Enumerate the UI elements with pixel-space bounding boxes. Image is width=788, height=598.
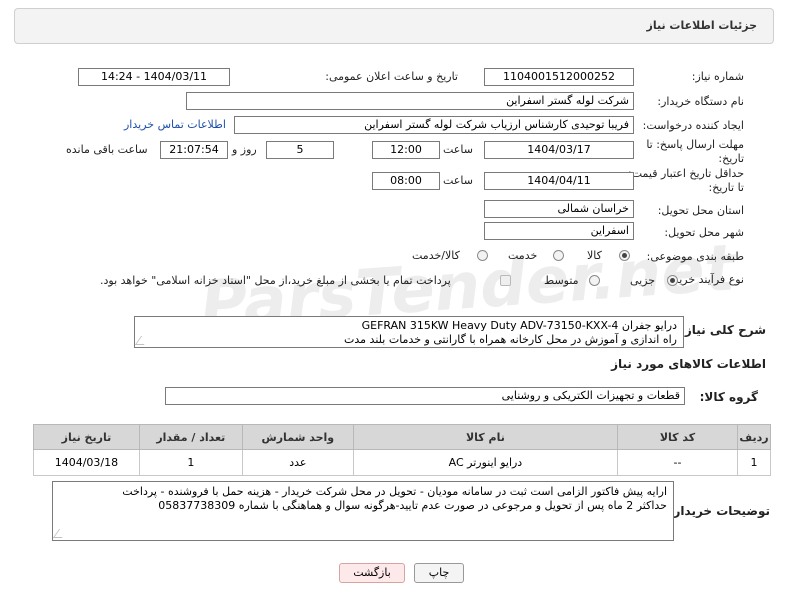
col-code-header: کد کالا bbox=[616, 424, 739, 450]
price-validity-label-line2: تا تاریخ: bbox=[708, 181, 744, 194]
price-validity-label-line1: حداقل تاریخ اعتبار قیمت: bbox=[628, 167, 744, 180]
buyer-contact-link[interactable]: اطلاعات تماس خریدار bbox=[124, 118, 226, 131]
table-header-row: ردیف کد کالا نام کالا واحد شمارش تعداد /… bbox=[33, 424, 771, 450]
description-line-1: درایو جفران GEFRAN 315KW Heavy Duty ADV-… bbox=[361, 319, 677, 332]
buyer-notes-label: توضیحات خریدار: bbox=[668, 504, 770, 518]
reply-deadline-time-label: ساعت bbox=[443, 143, 473, 156]
category-service-label: خدمت bbox=[508, 249, 538, 262]
table-row[interactable]: 1 -- درایو اینورتر AC عدد 1 1404/03/18 bbox=[33, 449, 771, 476]
need-number-label: شماره نیاز: bbox=[691, 70, 744, 83]
col-row-header: ردیف bbox=[737, 424, 771, 450]
price-validity-time-label: ساعت bbox=[443, 174, 473, 187]
back-button[interactable]: بازگشت bbox=[339, 563, 405, 583]
category-goods-label: کالا bbox=[587, 249, 602, 262]
cell-name: درایو اینورتر AC bbox=[352, 449, 618, 476]
goods-info-title: اطلاعات کالاهای مورد نیاز bbox=[611, 357, 766, 371]
remaining-time-label: ساعت باقی مانده bbox=[66, 143, 148, 156]
buyer-org-label: نام دستگاه خریدار: bbox=[657, 95, 744, 108]
col-unit-header: واحد شمارش bbox=[241, 424, 354, 450]
delivery-city-field[interactable]: اسفراین bbox=[484, 222, 634, 240]
price-validity-time-field[interactable]: 08:00 bbox=[372, 172, 440, 190]
buyer-notes-line-2: حداکثر 2 ماه پس از تحویل و مرجوعی در صور… bbox=[158, 499, 667, 512]
reply-deadline-time-field[interactable]: 12:00 bbox=[372, 141, 440, 159]
cell-unit: عدد bbox=[241, 449, 354, 476]
description-label: شرح کلی نیاز: bbox=[680, 323, 766, 337]
col-date-header: تاریخ نیاز bbox=[33, 424, 140, 450]
description-textarea[interactable]: درایو جفران GEFRAN 315KW Heavy Duty ADV-… bbox=[134, 316, 684, 348]
reply-deadline-label-line2: تاریخ: bbox=[718, 152, 744, 165]
category-goods-service-label: کالا/خدمت bbox=[412, 249, 460, 262]
buyer-notes-line-1: ارایه پیش فاکتور الزامی است ثبت در سامان… bbox=[122, 485, 667, 498]
goods-group-label: گروه کالا: bbox=[699, 390, 758, 404]
header-panel: جزئیات اطلاعات نیاز bbox=[14, 8, 774, 44]
reply-deadline-label-line1: مهلت ارسال پاسخ: تا bbox=[646, 138, 744, 151]
page-title: جزئیات اطلاعات نیاز bbox=[646, 19, 758, 32]
announce-datetime-label: تاریخ و ساعت اعلان عمومی: bbox=[325, 70, 458, 83]
cell-qty: 1 bbox=[138, 449, 243, 476]
cell-code: -- bbox=[616, 449, 739, 476]
price-validity-date-field[interactable]: 1404/04/11 bbox=[484, 172, 634, 190]
process-minor-label: جزیی bbox=[630, 274, 656, 287]
category-goods-service-radio[interactable] bbox=[477, 250, 488, 261]
buyer-org-field[interactable]: شرکت لوله گستر اسفراین bbox=[186, 92, 634, 110]
reply-days-label: روز و bbox=[232, 143, 257, 156]
process-medium-label: متوسط bbox=[544, 274, 579, 287]
resize-grip-icon[interactable] bbox=[53, 529, 69, 538]
remaining-time-field[interactable]: 21:07:54 bbox=[160, 141, 228, 159]
process-minor-radio[interactable] bbox=[667, 275, 678, 286]
col-name-header: نام کالا bbox=[352, 424, 618, 450]
delivery-city-label: شهر محل تحویل: bbox=[664, 226, 744, 239]
treasury-payment-checkbox[interactable] bbox=[500, 275, 511, 286]
goods-table: ردیف کد کالا نام کالا واحد شمارش تعداد /… bbox=[33, 424, 771, 476]
cell-row: 1 bbox=[737, 449, 771, 476]
description-line-2: راه اندازی و آموزش در محل کارخانه همراه … bbox=[344, 333, 677, 346]
announce-datetime-field[interactable]: 1404/03/11 - 14:24 bbox=[78, 68, 230, 86]
cell-date: 1404/03/18 bbox=[33, 449, 140, 476]
category-label: طبقه بندی موضوعی: bbox=[646, 250, 744, 263]
reply-days-field[interactable]: 5 bbox=[266, 141, 334, 159]
col-qty-header: تعداد / مقدار bbox=[138, 424, 243, 450]
process-medium-radio[interactable] bbox=[589, 275, 600, 286]
reply-deadline-date-field[interactable]: 1404/03/17 bbox=[484, 141, 634, 159]
need-number-field[interactable]: 1104001512000252 bbox=[484, 68, 634, 86]
print-button[interactable]: چاپ bbox=[414, 563, 464, 583]
goods-group-field[interactable]: قطعات و تجهیزات الکتریکی و روشنایی bbox=[165, 387, 685, 405]
requester-field[interactable]: فریبا توحیدی کارشناس ارزیاب شرکت لوله گس… bbox=[234, 116, 634, 134]
treasury-payment-note: پرداخت تمام یا بخشی از مبلغ خرید،از محل … bbox=[100, 274, 451, 287]
category-service-radio[interactable] bbox=[553, 250, 564, 261]
category-goods-radio[interactable] bbox=[619, 250, 630, 261]
buyer-notes-textarea[interactable]: ارایه پیش فاکتور الزامی است ثبت در سامان… bbox=[52, 481, 674, 541]
delivery-province-label: استان محل تحویل: bbox=[657, 204, 744, 217]
requester-label: ایجاد کننده درخواست: bbox=[642, 119, 744, 132]
delivery-province-field[interactable]: خراسان شمالی bbox=[484, 200, 634, 218]
